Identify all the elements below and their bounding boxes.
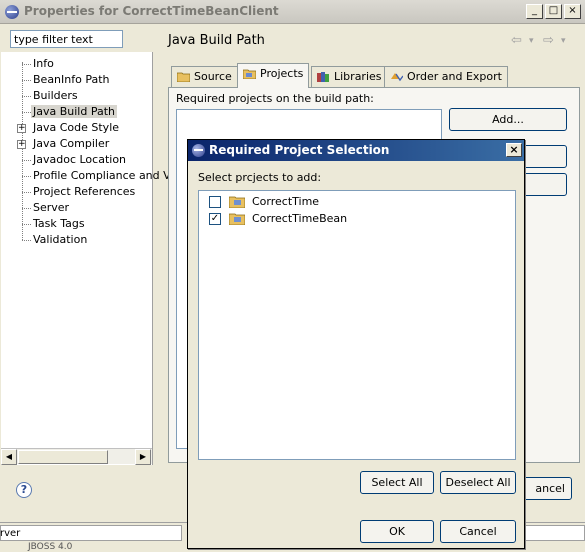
dialog-close-button[interactable]: ×	[506, 143, 522, 157]
project-row[interactable]: ✓ CorrectTimeBean	[199, 210, 499, 227]
project-checkbox[interactable]	[209, 196, 221, 208]
expand-icon[interactable]: +	[17, 124, 26, 133]
server-status-text: JBOSS 4.0	[28, 542, 73, 552]
scroll-left-icon[interactable]: ◀	[1, 449, 17, 465]
scroll-right-icon[interactable]: ▶	[135, 449, 151, 465]
dialog-title: Required Project Selection	[209, 143, 390, 157]
window-titlebar: Properties for CorrectTimeBeanClient _ □…	[0, 0, 585, 24]
tree-connector	[22, 62, 23, 240]
tree-connector	[22, 176, 31, 177]
tree-item[interactable]: Java Code Style	[33, 121, 119, 134]
tree-item[interactable]: Javadoc Location	[33, 153, 126, 166]
tree-item[interactable]: Java Build Path	[31, 105, 118, 118]
page-title: Java Build Path	[168, 33, 265, 48]
tree-connector	[22, 240, 31, 241]
tree-connector	[22, 80, 31, 81]
tree-item[interactable]: Builders	[33, 89, 78, 102]
tree-item[interactable]: Project References	[33, 185, 135, 198]
tree-item[interactable]: Task Tags	[33, 217, 85, 230]
project-folder-icon	[229, 213, 245, 225]
back-arrow-icon[interactable]: ⇦	[511, 33, 522, 48]
tab-label: Order and Export	[407, 70, 502, 83]
add-button[interactable]: Add...	[449, 108, 567, 131]
forward-menu-icon[interactable]: ▾	[561, 36, 566, 46]
filter-input[interactable]	[10, 30, 123, 48]
tree-connector	[22, 192, 31, 193]
projects-icon	[243, 69, 256, 79]
tab-label: Projects	[260, 67, 304, 80]
tree-connector	[22, 208, 31, 209]
scroll-thumb[interactable]	[18, 450, 108, 464]
tab-label: Libraries	[334, 70, 382, 83]
dialog-titlebar: Required Project Selection ×	[188, 140, 524, 161]
project-name: CorrectTime	[252, 195, 320, 208]
tab-label: Source	[194, 70, 232, 83]
tab-libraries[interactable]: Libraries	[311, 66, 388, 87]
back-menu-icon[interactable]: ▾	[529, 36, 534, 46]
forward-arrow-icon[interactable]: ⇨	[543, 33, 554, 48]
required-projects-label: Required projects on the build path:	[176, 92, 374, 105]
page-header: Java Build Path ⇦ ▾ ⇨ ▾	[156, 24, 585, 60]
tab-source[interactable]: Source	[171, 66, 238, 87]
tree-item[interactable]: Validation	[33, 233, 87, 246]
project-row[interactable]: CorrectTime	[199, 193, 499, 210]
order-export-icon	[391, 73, 403, 82]
eclipse-icon	[5, 5, 19, 19]
source-folder-icon	[177, 72, 190, 82]
project-checklist[interactable]: CorrectTime ✓ CorrectTimeBean	[198, 190, 516, 460]
deselect-all-button[interactable]: Deselect All	[440, 471, 516, 494]
tree-item[interactable]: Java Compiler	[33, 137, 109, 150]
select-all-button[interactable]: Select All	[360, 471, 434, 494]
help-icon[interactable]: ?	[16, 482, 32, 498]
close-button[interactable]: ×	[564, 4, 581, 19]
status-text: rver	[0, 528, 21, 539]
ok-button[interactable]: OK	[360, 520, 434, 543]
project-folder-icon	[229, 196, 245, 208]
tree-item[interactable]: BeanInfo Path	[33, 73, 110, 86]
cancel-button[interactable]: Cancel	[440, 520, 516, 543]
tree-connector	[22, 224, 31, 225]
eclipse-icon	[192, 144, 205, 157]
tree-connector	[22, 64, 31, 65]
window-title: Properties for CorrectTimeBeanClient	[24, 4, 279, 18]
project-name: CorrectTimeBean	[252, 212, 348, 225]
maximize-button[interactable]: □	[545, 4, 562, 19]
select-projects-label: Select prcjects to add:	[198, 171, 322, 184]
tab-projects[interactable]: Projects	[237, 63, 310, 88]
tree-item[interactable]: Server	[33, 201, 69, 214]
tab-order-export[interactable]: Order and Export	[384, 66, 508, 87]
expand-icon[interactable]: +	[17, 140, 26, 149]
required-project-selection-dialog: Required Project Selection × Select prcj…	[187, 139, 525, 549]
tree-connector	[22, 112, 31, 113]
tree-connector	[22, 96, 31, 97]
tree-item[interactable]: Profile Compliance and Va	[33, 169, 177, 182]
tree-horizontal-scrollbar[interactable]: ◀ ▶	[1, 448, 152, 465]
project-checkbox-checked[interactable]: ✓	[209, 213, 221, 225]
tree-item[interactable]: Info	[33, 57, 54, 70]
tree-connector	[22, 160, 31, 161]
libraries-icon	[317, 72, 329, 82]
status-cell-right	[525, 525, 585, 541]
status-cell-left	[0, 525, 182, 541]
minimize-button[interactable]: _	[526, 4, 543, 19]
